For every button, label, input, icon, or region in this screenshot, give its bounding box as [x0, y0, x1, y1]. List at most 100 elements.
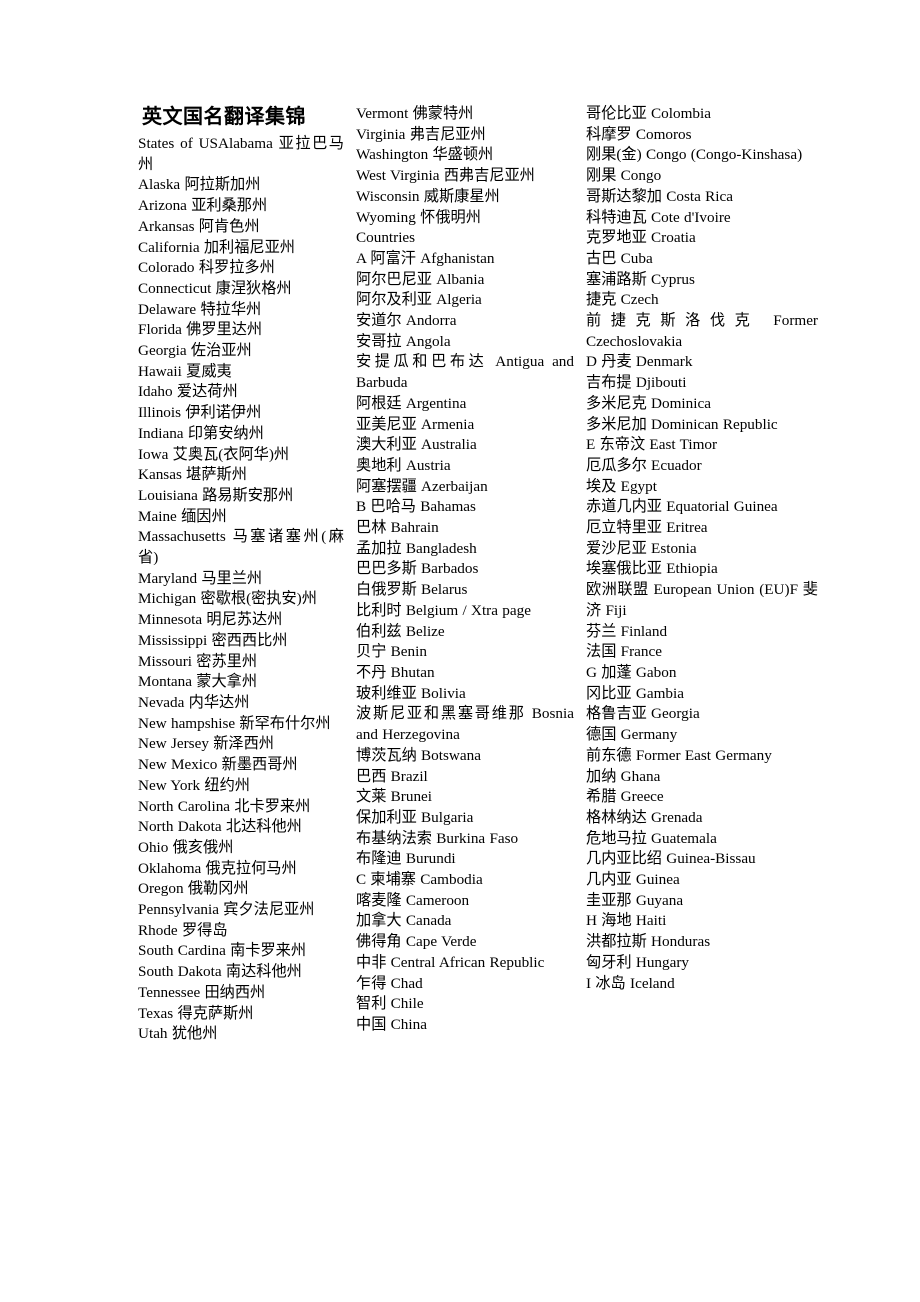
- entry-line: 安哥拉 Angola: [356, 332, 451, 350]
- entry-line: Mississippi 密西西比州: [138, 631, 288, 649]
- entry-line: 保加利亚 Bulgaria: [356, 808, 474, 826]
- entry-line: 巴西 Brazil: [356, 767, 428, 785]
- entry-line: Ohio 俄亥俄州: [138, 838, 234, 856]
- entry-line: 爱沙尼亚 Estonia: [586, 539, 697, 557]
- entry-line: 科特迪瓦 Cote d'Ivoire: [586, 208, 731, 226]
- entry-line: 赤道几内亚 Equatorial Guinea: [586, 498, 778, 516]
- entry-line: Louisiana 路易斯安那州: [138, 486, 294, 504]
- entry-line: 波斯尼亚和黑塞哥维那 Bosnia and Herzegovina: [356, 705, 574, 744]
- entry-line: 科摩罗 Comoros: [586, 125, 692, 143]
- entry-line: New hampshise 新罕布什尔州: [138, 714, 331, 732]
- entry-line: 多米尼克 Dominica: [586, 394, 711, 412]
- three-column-text-body: 英文国名翻译集锦 States of USAlabama 亚拉巴马州 Alaska…: [138, 104, 818, 1045]
- entry-line: 玻利维亚 Bolivia: [356, 684, 466, 702]
- entry-line: 阿塞摆疆 Azerbaijan: [356, 477, 488, 495]
- entry-line: 巴巴多斯 Barbados: [356, 560, 479, 578]
- entry-line: 佛得角 Cape Verde: [356, 933, 477, 951]
- entry-line: 布隆迪 Burundi: [356, 850, 456, 868]
- entry-line: 智利 Chile: [356, 995, 424, 1013]
- entry-line: Virginia 弗吉尼亚州: [356, 125, 486, 143]
- entry-line: D 丹麦 Denmark: [586, 353, 693, 371]
- entry-line: Delaware 特拉华州: [138, 300, 262, 318]
- entry-line: 格林纳达 Grenada: [586, 808, 703, 826]
- entry-line: 加纳 Ghana: [586, 767, 661, 785]
- entry-line: 古巴 Cuba: [586, 249, 653, 267]
- entry-line: 贝宁 Benin: [356, 643, 427, 661]
- entry-line: Pennsylvania 宾夕法尼亚州: [138, 901, 315, 919]
- entry-line: 吉布提 Djibouti: [586, 374, 687, 392]
- entry-line: 哥斯达黎加 Costa Rica: [586, 187, 733, 205]
- entry-line: 法国 France: [586, 643, 662, 661]
- entry-line: 多米尼加 Dominican Republic: [586, 415, 778, 433]
- entry-line: 白俄罗斯 Belarus: [356, 581, 468, 599]
- entry-line: 亚美尼亚 Armenia: [356, 415, 475, 433]
- entry-line: New Mexico 新墨西哥州: [138, 756, 298, 774]
- entry-line: 几内亚比绍 Guinea-Bissau: [586, 850, 756, 868]
- document-page: 英文国名翻译集锦 States of USAlabama 亚拉巴马州 Alaska…: [0, 0, 920, 1302]
- entry-line: West Virginia 西弗吉尼亚州: [356, 167, 535, 185]
- entry-line: 中国 China: [356, 1015, 427, 1033]
- entry-line: 伯利兹 Belize: [356, 622, 445, 640]
- entry-line: 加拿大 Canada: [356, 912, 452, 930]
- entry-line: New Jersey 新泽西州: [138, 735, 274, 753]
- entry-line: 不丹 Bhutan: [356, 663, 435, 681]
- entry-line: Texas 得克萨斯州: [138, 1004, 254, 1022]
- entry-line: Kansas 堪萨斯州: [138, 466, 247, 484]
- entry-line: North Carolina 北卡罗来州: [138, 797, 311, 815]
- entry-line: Michigan 密歇根(密执安)州: [138, 590, 317, 608]
- entry-line: Arizona 亚利桑那州: [138, 197, 268, 215]
- entry-line: Montana 蒙大拿州: [138, 673, 258, 691]
- entry-line: I 冰岛 Iceland: [586, 974, 675, 992]
- entry-line: Massachusetts 马塞诸塞州(麻省): [138, 528, 344, 567]
- entry-line: Indiana 印第安纳州: [138, 424, 264, 442]
- entry-line: Maine 缅因州: [138, 507, 227, 525]
- entry-line: Wyoming 怀俄明州: [356, 208, 481, 226]
- entry-line: 布基纳法索 Burkina Faso: [356, 829, 519, 847]
- text-column-3: 哥伦比亚 Colombia 科摩罗 Comoros 刚果(金) Congo (Con…: [586, 104, 818, 994]
- entry-line: Maryland 马里兰州: [138, 569, 263, 587]
- entry-line: Arkansas 阿肯色州: [138, 217, 260, 235]
- entry-line: Florida 佛罗里达州: [138, 321, 263, 339]
- entry-line: Georgia 佐治亚州: [138, 342, 252, 360]
- entry-line: Oklahoma 俄克拉何马州: [138, 859, 297, 877]
- entry-line: New York 纽约州: [138, 776, 250, 794]
- entry-line: 匈牙利 Hungary: [586, 953, 690, 971]
- entry-line: 冈比亚 Gambia: [586, 684, 684, 702]
- entry-line: 埃塞俄比亚 Ethiopia: [586, 560, 718, 578]
- entry-line: 芬兰 Finland: [586, 622, 668, 640]
- entry-line: Minnesota 明尼苏达州: [138, 611, 283, 629]
- entry-line: Missouri 密苏里州: [138, 652, 258, 670]
- entry-line: 刚果 Congo: [586, 167, 662, 185]
- entry-line: Washington 华盛顿州: [356, 146, 494, 164]
- entry-line: 前东德 Former East Germany: [586, 746, 772, 764]
- entry-line: 危地马拉 Guatemala: [586, 829, 717, 847]
- entry-line: 安道尔 Andorra: [356, 312, 457, 330]
- entry-line: 博茨瓦纳 Botswana: [356, 746, 481, 764]
- page-title: 英文国名翻译集锦: [142, 106, 306, 128]
- entry-line: Alaska 阿拉斯加州: [138, 176, 261, 194]
- entry-line: 格鲁吉亚 Georgia: [586, 705, 700, 723]
- entry-line: Rhode 罗得岛: [138, 921, 228, 939]
- entry-line: North Dakota 北达科他州: [138, 818, 302, 836]
- entry-line: 奥地利 Austria: [356, 456, 451, 474]
- entry-line: 几内亚 Guinea: [586, 871, 680, 889]
- entry-line: 澳大利亚 Australia: [356, 436, 477, 454]
- entry-line: E 东帝汶 East Timor: [586, 436, 718, 454]
- entry-line: 中非 Central African Republic: [356, 953, 545, 971]
- entry-line: 捷克 Czech: [586, 291, 659, 309]
- entry-line: Idaho 爱达荷州: [138, 383, 238, 401]
- entry-line: 埃及 Egypt: [586, 477, 657, 495]
- entry-line: 克罗地亚 Croatia: [586, 229, 696, 247]
- entry-line: States of USAlabama 亚拉巴马州: [138, 135, 344, 173]
- entry-line: G 加蓬 Gabon: [586, 663, 677, 681]
- entry-line: Countries: [356, 229, 416, 247]
- entry-line: Vermont 佛蒙特州: [356, 105, 474, 122]
- entry-line: 希腊 Greece: [586, 788, 664, 806]
- entry-line: B 巴哈马 Bahamas: [356, 498, 476, 516]
- entry-line: C 柬埔寨 Cambodia: [356, 871, 483, 889]
- entry-line: 文莱 Brunei: [356, 788, 433, 806]
- entry-line: 阿尔及利亚 Algeria: [356, 291, 482, 309]
- entry-line: 厄立特里亚 Eritrea: [586, 519, 708, 537]
- entry-line: 塞浦路斯 Cyprus: [586, 270, 695, 288]
- entry-line: 孟加拉 Bangladesh: [356, 539, 477, 557]
